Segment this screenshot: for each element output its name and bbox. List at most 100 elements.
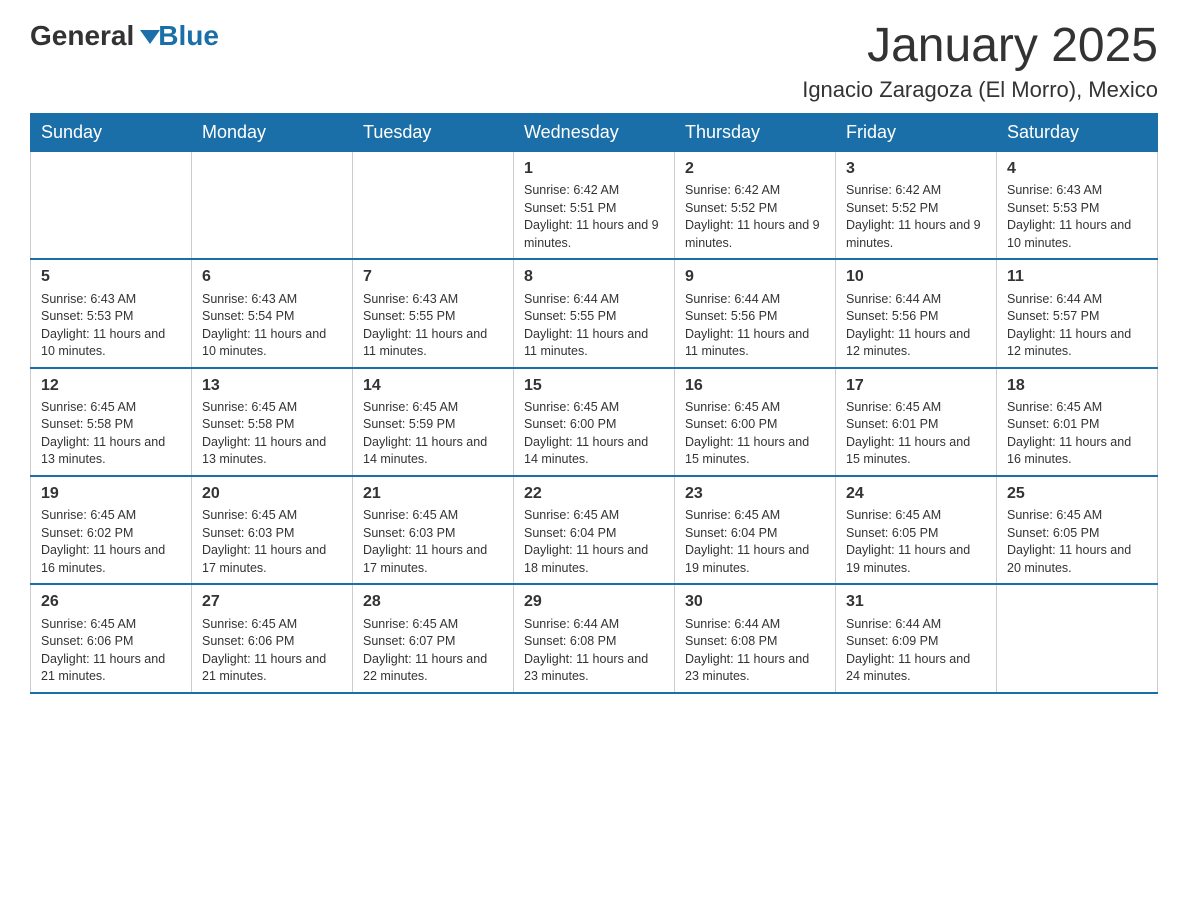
day-number: 30 <box>685 591 825 613</box>
day-info: Sunrise: 6:45 AMSunset: 6:00 PMDaylight:… <box>685 399 825 469</box>
day-number: 19 <box>41 483 181 505</box>
calendar-cell: 7Sunrise: 6:43 AMSunset: 5:55 PMDaylight… <box>353 259 514 367</box>
calendar-cell: 20Sunrise: 6:45 AMSunset: 6:03 PMDayligh… <box>192 476 353 584</box>
calendar-cell: 6 Sunrise: 6:43 AMSunset: 5:54 PMDaylight… <box>192 259 353 367</box>
day-info: Sunrise: 6:44 AMSunset: 5:57 PMDaylight:… <box>1007 291 1147 361</box>
header-thursday: Thursday <box>675 113 836 151</box>
day-info: Sunrise: 6:45 AMSunset: 6:06 PMDaylight:… <box>202 616 342 686</box>
day-info: Sunrise: 6:42 AMSunset: 5:52 PMDaylight:… <box>685 182 825 252</box>
calendar-cell: 4Sunrise: 6:43 AMSunset: 5:53 PMDaylight… <box>997 151 1158 259</box>
calendar-cell: 21Sunrise: 6:45 AMSunset: 6:03 PMDayligh… <box>353 476 514 584</box>
day-info: Sunrise: 6:42 AMSunset: 5:51 PMDaylight:… <box>524 182 664 252</box>
day-number: 14 <box>363 375 503 397</box>
calendar-cell: 5 Sunrise: 6:43 AMSunset: 5:53 PMDaylight… <box>31 259 192 367</box>
day-info: Sunrise: 6:43 AMSunset: 5:53 PMDaylight:… <box>1007 182 1147 252</box>
header-sunday: Sunday <box>31 113 192 151</box>
calendar-cell <box>31 151 192 259</box>
day-info: Sunrise: 6:45 AMSunset: 6:04 PMDaylight:… <box>524 507 664 577</box>
header-row: SundayMondayTuesdayWednesdayThursdayFrid… <box>31 113 1158 151</box>
calendar-cell: 18Sunrise: 6:45 AMSunset: 6:01 PMDayligh… <box>997 368 1158 476</box>
header-friday: Friday <box>836 113 997 151</box>
day-info: Sunrise: 6:45 AMSunset: 6:05 PMDaylight:… <box>846 507 986 577</box>
day-number: 11 <box>1007 266 1147 288</box>
day-number: 27 <box>202 591 342 613</box>
day-info: Sunrise: 6:44 AMSunset: 5:55 PMDaylight:… <box>524 291 664 361</box>
calendar-cell: 23Sunrise: 6:45 AMSunset: 6:04 PMDayligh… <box>675 476 836 584</box>
day-number: 28 <box>363 591 503 613</box>
day-number: 2 <box>685 158 825 180</box>
day-number: 15 <box>524 375 664 397</box>
day-number: 10 <box>846 266 986 288</box>
calendar-body: 1Sunrise: 6:42 AMSunset: 5:51 PMDaylight… <box>31 151 1158 692</box>
day-info: Sunrise: 6:45 AMSunset: 6:03 PMDaylight:… <box>202 507 342 577</box>
calendar-cell: 19Sunrise: 6:45 AMSunset: 6:02 PMDayligh… <box>31 476 192 584</box>
day-info: Sunrise: 6:45 AMSunset: 6:03 PMDaylight:… <box>363 507 503 577</box>
day-info: Sunrise: 6:45 AMSunset: 6:07 PMDaylight:… <box>363 616 503 686</box>
day-info: Sunrise: 6:44 AMSunset: 5:56 PMDaylight:… <box>846 291 986 361</box>
day-info: Sunrise: 6:45 AMSunset: 6:06 PMDaylight:… <box>41 616 181 686</box>
calendar-cell <box>997 584 1158 692</box>
day-info: Sunrise: 6:45 AMSunset: 5:58 PMDaylight:… <box>41 399 181 469</box>
day-number: 18 <box>1007 375 1147 397</box>
calendar-cell: 9 Sunrise: 6:44 AMSunset: 5:56 PMDaylight… <box>675 259 836 367</box>
day-info: Sunrise: 6:43 AMSunset: 5:54 PMDaylight:… <box>202 291 342 361</box>
calendar-cell: 31Sunrise: 6:44 AMSunset: 6:09 PMDayligh… <box>836 584 997 692</box>
calendar-cell: 28 Sunrise: 6:45 AMSunset: 6:07 PMDayligh… <box>353 584 514 692</box>
logo-text-general: General <box>30 20 134 52</box>
day-number: 9 <box>685 266 825 288</box>
day-number: 24 <box>846 483 986 505</box>
day-number: 5 <box>41 266 181 288</box>
header-saturday: Saturday <box>997 113 1158 151</box>
day-number: 25 <box>1007 483 1147 505</box>
header-monday: Monday <box>192 113 353 151</box>
day-info: Sunrise: 6:42 AMSunset: 5:52 PMDaylight:… <box>846 182 986 252</box>
calendar-cell: 26 Sunrise: 6:45 AMSunset: 6:06 PMDayligh… <box>31 584 192 692</box>
calendar-subtitle: Ignacio Zaragoza (El Morro), Mexico <box>802 77 1158 103</box>
day-number: 22 <box>524 483 664 505</box>
day-number: 6 <box>202 266 342 288</box>
calendar-header: SundayMondayTuesdayWednesdayThursdayFrid… <box>31 113 1158 151</box>
day-number: 4 <box>1007 158 1147 180</box>
title-area: January 2025 Ignacio Zaragoza (El Morro)… <box>802 20 1158 103</box>
calendar-cell: 15Sunrise: 6:45 AMSunset: 6:00 PMDayligh… <box>514 368 675 476</box>
calendar-cell: 14Sunrise: 6:45 AMSunset: 5:59 PMDayligh… <box>353 368 514 476</box>
day-number: 8 <box>524 266 664 288</box>
day-info: Sunrise: 6:43 AMSunset: 5:53 PMDaylight:… <box>41 291 181 361</box>
day-info: Sunrise: 6:44 AMSunset: 6:09 PMDaylight:… <box>846 616 986 686</box>
day-number: 20 <box>202 483 342 505</box>
day-number: 26 <box>41 591 181 613</box>
week-row-4: 19Sunrise: 6:45 AMSunset: 6:02 PMDayligh… <box>31 476 1158 584</box>
calendar-cell: 22Sunrise: 6:45 AMSunset: 6:04 PMDayligh… <box>514 476 675 584</box>
header-tuesday: Tuesday <box>353 113 514 151</box>
day-info: Sunrise: 6:45 AMSunset: 6:02 PMDaylight:… <box>41 507 181 577</box>
day-number: 23 <box>685 483 825 505</box>
day-info: Sunrise: 6:45 AMSunset: 5:58 PMDaylight:… <box>202 399 342 469</box>
day-number: 7 <box>363 266 503 288</box>
calendar-cell <box>353 151 514 259</box>
week-row-1: 1Sunrise: 6:42 AMSunset: 5:51 PMDaylight… <box>31 151 1158 259</box>
day-info: Sunrise: 6:45 AMSunset: 6:01 PMDaylight:… <box>846 399 986 469</box>
day-info: Sunrise: 6:45 AMSunset: 6:00 PMDaylight:… <box>524 399 664 469</box>
day-number: 13 <box>202 375 342 397</box>
day-info: Sunrise: 6:45 AMSunset: 6:04 PMDaylight:… <box>685 507 825 577</box>
day-number: 1 <box>524 158 664 180</box>
week-row-5: 26 Sunrise: 6:45 AMSunset: 6:06 PMDayligh… <box>31 584 1158 692</box>
calendar-cell: 30Sunrise: 6:44 AMSunset: 6:08 PMDayligh… <box>675 584 836 692</box>
logo: General Blue <box>30 20 219 52</box>
header: General Blue January 2025 Ignacio Zarago… <box>30 20 1158 103</box>
calendar-cell: 3Sunrise: 6:42 AMSunset: 5:52 PMDaylight… <box>836 151 997 259</box>
day-number: 12 <box>41 375 181 397</box>
calendar-cell: 12Sunrise: 6:45 AMSunset: 5:58 PMDayligh… <box>31 368 192 476</box>
logo-text-blue: Blue <box>158 20 219 51</box>
day-number: 21 <box>363 483 503 505</box>
calendar-cell <box>192 151 353 259</box>
day-info: Sunrise: 6:44 AMSunset: 5:56 PMDaylight:… <box>685 291 825 361</box>
calendar-cell: 10 Sunrise: 6:44 AMSunset: 5:56 PMDayligh… <box>836 259 997 367</box>
calendar-cell: 17Sunrise: 6:45 AMSunset: 6:01 PMDayligh… <box>836 368 997 476</box>
day-info: Sunrise: 6:45 AMSunset: 5:59 PMDaylight:… <box>363 399 503 469</box>
week-row-2: 5 Sunrise: 6:43 AMSunset: 5:53 PMDaylight… <box>31 259 1158 367</box>
day-info: Sunrise: 6:44 AMSunset: 6:08 PMDaylight:… <box>524 616 664 686</box>
calendar-cell: 29Sunrise: 6:44 AMSunset: 6:08 PMDayligh… <box>514 584 675 692</box>
day-info: Sunrise: 6:45 AMSunset: 6:05 PMDaylight:… <box>1007 507 1147 577</box>
day-number: 16 <box>685 375 825 397</box>
